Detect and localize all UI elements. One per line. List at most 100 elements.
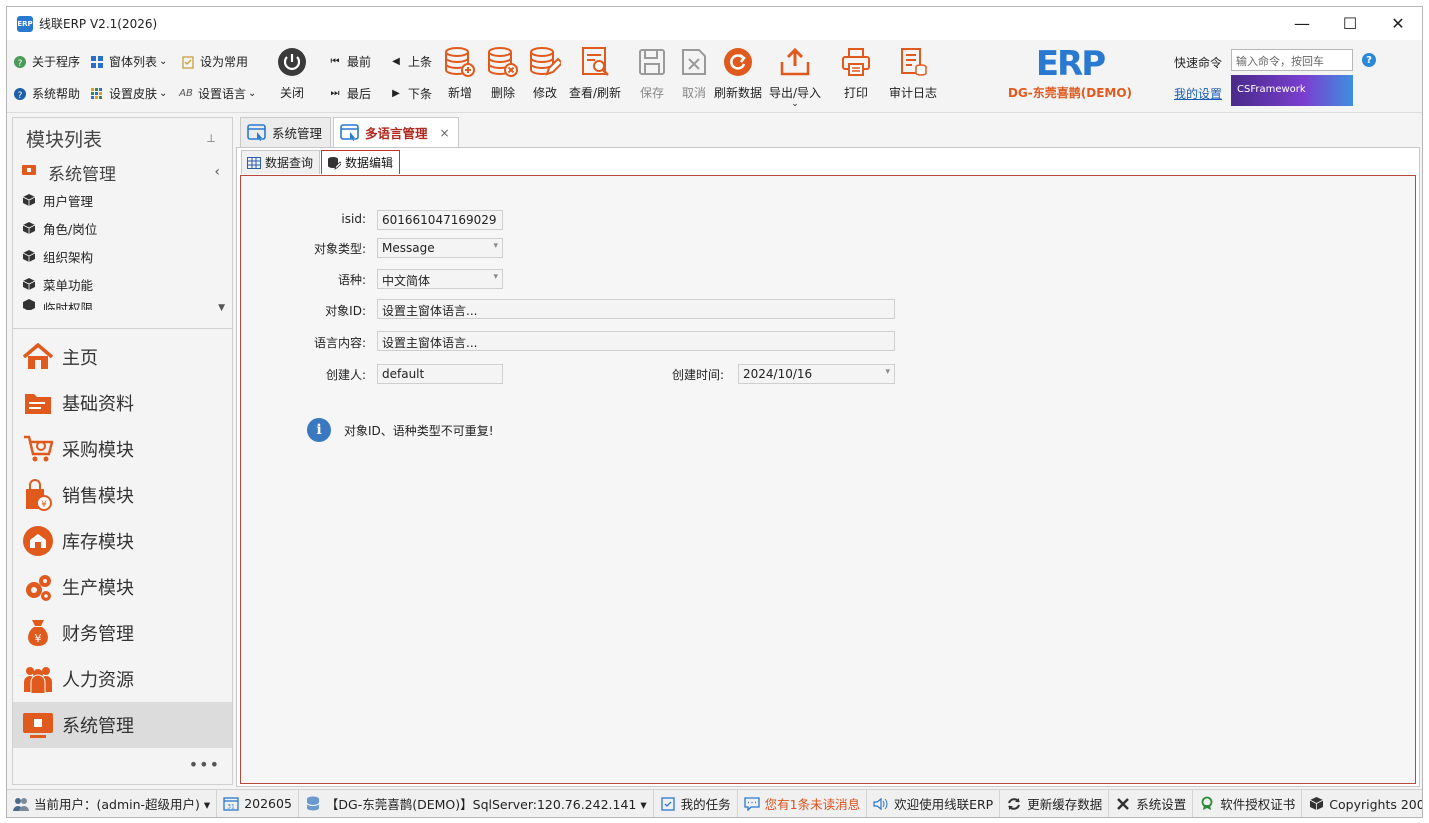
status-license[interactable]: 软件授权证书 <box>1193 790 1303 817</box>
warehouse-icon <box>22 525 54 557</box>
svg-text:¥: ¥ <box>41 500 47 510</box>
set-language-button[interactable]: AB 设置语言 ⌄ <box>179 85 256 102</box>
sidebar-item-users[interactable]: 用户管理 <box>13 186 232 214</box>
add-button[interactable]: 新增 <box>443 44 477 101</box>
skin-palette-icon <box>90 87 104 101</box>
isid-label: isid: <box>341 212 366 226</box>
system-monitor-icon <box>22 709 54 741</box>
language-content-field[interactable]: 设置主窗体语言... <box>377 331 895 351</box>
status-system-settings[interactable]: 系统设置 <box>1109 790 1194 817</box>
last-record-button[interactable]: ⏭ 最后 <box>328 85 372 102</box>
status-current-user[interactable]: 当前用户：(admin-超级用户) ▾ <box>7 790 218 817</box>
nav-system-admin[interactable]: 系统管理 <box>13 702 232 748</box>
save-icon <box>635 44 669 80</box>
maximize-button[interactable]: ☐ <box>1326 7 1374 40</box>
nav-inventory[interactable]: 库存模块 <box>13 518 232 564</box>
set-favorite-button[interactable]: 设为常用 <box>181 53 248 70</box>
csframework-banner[interactable]: CSFramework <box>1231 75 1353 106</box>
sidebar-item-temp-permission[interactable]: 临时权限 <box>13 298 232 310</box>
tab-system-admin[interactable]: 系统管理 <box>240 117 332 147</box>
window-list-button[interactable]: 窗体列表 ⌄ <box>90 53 167 70</box>
svg-text:?: ? <box>18 59 23 69</box>
module-list-panel: 模块列表 ⊥ 系统管理 ‹ 用户管理 角色/岗位 组织架构 菜单功能 临时权限 … <box>12 117 233 785</box>
cancel-button[interactable]: 取消 <box>677 44 711 101</box>
nav-sales[interactable]: ¥ 销售模块 <box>13 472 232 518</box>
document-tabs: 系统管理 多语言管理 × <box>240 117 461 147</box>
print-button[interactable]: 打印 <box>839 44 873 101</box>
close-tab-icon[interactable]: × <box>440 126 450 140</box>
save-button[interactable]: 保存 <box>635 44 669 101</box>
scroll-down-icon[interactable]: ▼ <box>218 303 225 313</box>
next-arrow-icon: ▶ <box>392 88 400 99</box>
minimize-button[interactable]: — <box>1278 7 1326 40</box>
cube-icon <box>22 194 35 207</box>
about-button[interactable]: ? 关于程序 <box>13 53 80 70</box>
created-time-picker[interactable]: 2024/10/16 <box>738 364 895 384</box>
cube-icon <box>22 298 35 310</box>
collapse-chevron-icon[interactable]: ‹ <box>214 164 220 180</box>
status-my-tasks[interactable]: 我的任务 <box>654 790 738 817</box>
svg-text:31: 31 <box>227 804 235 811</box>
creator-field[interactable]: default <box>377 364 503 384</box>
close-module-button[interactable]: 关闭 <box>275 44 309 101</box>
module-group-system[interactable]: 系统管理 ‹ <box>13 158 232 186</box>
table-grid-icon <box>247 156 261 170</box>
first-record-button[interactable]: ⏮ 最前 <box>328 53 372 70</box>
my-settings-link[interactable]: 我的设置 <box>1174 85 1222 102</box>
database-icon <box>305 796 321 812</box>
sidebar-item-roles[interactable]: 角色/岗位 <box>13 214 232 242</box>
status-period[interactable]: 31 202605 <box>217 790 299 817</box>
object-id-field[interactable]: 设置主窗体语言... <box>377 299 895 319</box>
edit-button[interactable]: 修改 <box>528 44 562 101</box>
status-unread-messages[interactable]: 您有1条未读消息 <box>738 790 868 817</box>
system-help-button[interactable]: ? 系统帮助 <box>13 85 80 102</box>
first-arrow-icon: ⏮ <box>330 56 340 67</box>
sidebar-item-org[interactable]: 组织架构 <box>13 242 232 270</box>
delete-button[interactable]: 删除 <box>486 44 520 101</box>
close-window-button[interactable]: ✕ <box>1374 7 1422 40</box>
nav-basic-data[interactable]: 基础资料 <box>13 380 232 426</box>
doc-search-icon <box>578 44 612 80</box>
tab-data-query[interactable]: 数据查询 <box>241 150 321 174</box>
object-type-select[interactable]: Message <box>377 238 503 258</box>
certificate-icon <box>1199 796 1215 812</box>
object-id-label: 对象ID: <box>325 304 366 318</box>
tab-multilanguage[interactable]: 多语言管理 × <box>333 117 459 147</box>
view-refresh-button[interactable]: 查看/刷新 <box>569 44 621 101</box>
pin-icon[interactable]: ⊥ <box>206 132 216 145</box>
speaker-icon <box>873 796 889 812</box>
nav-hr[interactable]: 人力资源 <box>13 656 232 702</box>
module-content: 数据查询 数据编辑 isid: 601661047169029 对象类型: Me… <box>236 147 1420 787</box>
export-import-button[interactable]: 导出/导入 ⌄ <box>769 44 821 109</box>
cube-icon <box>22 250 35 263</box>
language-icon: AB <box>179 88 193 99</box>
prev-record-button[interactable]: ◀ 上条 <box>389 53 432 70</box>
nav-home[interactable]: 主页 <box>13 334 232 380</box>
set-skin-button[interactable]: 设置皮肤 ⌄ <box>90 85 167 102</box>
nav-production[interactable]: 生产模块 <box>13 564 232 610</box>
db-delete-icon <box>486 44 520 80</box>
refresh-data-button[interactable]: 刷新数据 <box>714 44 762 101</box>
app-window: ERP 线联ERP V2.1(2026) — ☐ ✕ ? 关于程序 窗体列表 ⌄… <box>6 6 1423 818</box>
isid-field[interactable]: 601661047169029 <box>377 210 503 230</box>
info-message: 对象ID、语种类型不可重复! <box>344 424 494 438</box>
sidebar-item-menus[interactable]: 菜单功能 <box>13 270 232 298</box>
shopping-bag-icon: ¥ <box>22 479 54 511</box>
help-icon[interactable]: ? <box>1362 53 1376 67</box>
audit-log-button[interactable]: 审计日志 <box>889 44 937 101</box>
data-edit-panel: isid: 601661047169029 对象类型: Message 语种: … <box>240 175 1416 784</box>
language-select[interactable]: 中文简体 <box>377 269 503 289</box>
nav-finance[interactable]: ¥ 财务管理 <box>13 610 232 656</box>
sub-tabs: 数据查询 数据编辑 <box>241 150 401 174</box>
erp-logo: ERP DG-东莞喜鹊(DEMO) <box>1005 44 1135 101</box>
db-add-icon <box>443 44 477 80</box>
system-monitor-icon <box>22 165 38 179</box>
more-options-icon[interactable]: ••• <box>189 755 220 774</box>
status-refresh-cache[interactable]: 更新缓存数据 <box>1000 790 1110 817</box>
next-record-button[interactable]: ▶ 下条 <box>389 85 432 102</box>
quick-command-input[interactable]: 输入命令，按回车 <box>1231 49 1353 71</box>
nav-purchase[interactable]: 采购模块 <box>13 426 232 472</box>
tab-data-edit[interactable]: 数据编辑 <box>321 150 401 174</box>
status-database[interactable]: 【DG-东莞喜鹊(DEMO)】SqlServer:120.76.242.141 … <box>299 790 654 817</box>
users-icon <box>13 796 29 812</box>
